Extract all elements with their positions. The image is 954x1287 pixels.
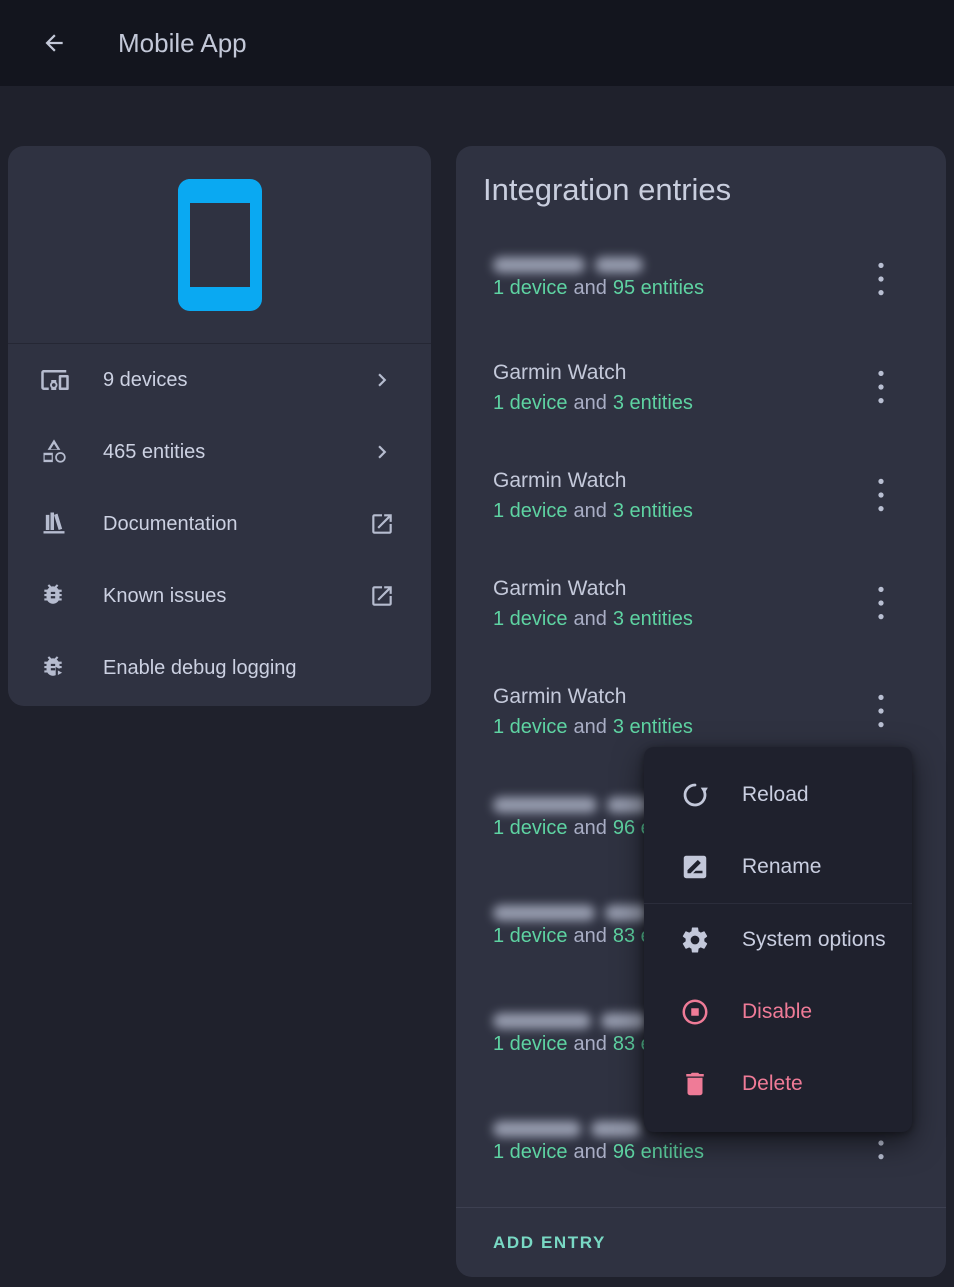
redacted-text-blob [493, 1121, 581, 1137]
devices-row[interactable]: 9 devices [8, 344, 431, 416]
integration-info-card: 9 devices 465 entities Documentation [8, 146, 431, 706]
cellphone-icon [148, 173, 292, 317]
debug-logging-row[interactable]: Enable debug logging [8, 632, 431, 704]
entities-row[interactable]: 465 entities [8, 416, 431, 488]
entry-devices-link[interactable]: 1 device [493, 608, 568, 630]
menu-item-delete[interactable]: Delete [644, 1048, 912, 1120]
gear-icon [680, 925, 710, 955]
kebab-menu-icon [860, 582, 902, 624]
entry-entities-link[interactable]: 3 entities [613, 500, 693, 522]
entry-entities-link[interactable]: 96 entities [613, 1141, 704, 1163]
redacted-text-blob [591, 1121, 641, 1137]
entry-and-text: and [574, 392, 607, 414]
open-in-new-icon [369, 583, 395, 609]
entry-and-text: and [574, 925, 607, 947]
entries-card-footer: ADD ENTRY [456, 1208, 946, 1278]
entry-entities-link[interactable]: 3 entities [613, 716, 693, 738]
app-header: Mobile App [0, 0, 954, 86]
open-in-new-icon [369, 511, 395, 537]
known-issues-row-label: Known issues [103, 585, 226, 608]
arrow-left-icon [41, 30, 67, 56]
entry-and-text: and [574, 608, 607, 630]
menu-item-system-options[interactable]: System options [644, 904, 912, 976]
entry-entities-link[interactable]: 95 entities [613, 277, 704, 299]
entry-entities-link[interactable]: 3 entities [613, 392, 693, 414]
entry-entities-link[interactable]: 3 entities [613, 608, 693, 630]
entry-menu-button[interactable] [857, 471, 905, 519]
menu-item-reload[interactable]: Reload [644, 759, 912, 831]
entities-row-label: 465 entities [103, 441, 205, 464]
integration-entry[interactable]: Garmin Watch 1 deviceand3 entities [456, 334, 946, 442]
redacted-text-blob [595, 257, 643, 273]
entry-and-text: and [574, 716, 607, 738]
back-button[interactable] [34, 23, 74, 63]
debug-logging-row-label: Enable debug logging [103, 657, 297, 680]
entry-context-menu: Reload Rename System options Disable [644, 747, 912, 1132]
rename-box-icon [680, 852, 710, 882]
entry-devices-link[interactable]: 1 device [493, 277, 568, 299]
menu-item-label: Rename [742, 855, 821, 879]
redacted-text-blob [493, 905, 595, 921]
known-issues-row[interactable]: Known issues [8, 560, 431, 632]
stop-circle-icon [680, 997, 710, 1027]
kebab-menu-icon [860, 366, 902, 408]
documentation-row-label: Documentation [103, 513, 238, 536]
devices-icon [40, 365, 70, 395]
menu-item-disable[interactable]: Disable [644, 976, 912, 1048]
page-title: Mobile App [118, 28, 247, 59]
redacted-text-blob [493, 797, 597, 813]
bug-icon [40, 581, 70, 611]
entry-and-text: and [574, 277, 607, 299]
integration-entry[interactable]: 1 device and 95 entities [456, 226, 946, 334]
shapes-icon [40, 437, 70, 467]
bug-play-icon [40, 653, 70, 683]
entry-devices-link[interactable]: 1 device [493, 1033, 568, 1055]
reload-icon [680, 780, 710, 810]
integration-entry[interactable]: Garmin Watch 1 deviceand3 entities [456, 442, 946, 550]
entry-and-text: and [574, 1033, 607, 1055]
menu-item-rename[interactable]: Rename [644, 831, 912, 903]
entries-card-title: Integration entries [483, 170, 946, 210]
menu-item-label: Disable [742, 1000, 812, 1024]
entry-menu-button[interactable] [857, 255, 905, 303]
kebab-menu-icon [860, 258, 902, 300]
entry-menu-button[interactable] [857, 687, 905, 735]
redacted-text-blob [601, 1013, 649, 1029]
entry-devices-link[interactable]: 1 device [493, 716, 568, 738]
redacted-text-blob [493, 257, 585, 273]
integration-logo [8, 146, 431, 343]
chevron-right-icon [369, 367, 395, 393]
integration-entry[interactable]: Garmin Watch 1 deviceand3 entities [456, 550, 946, 658]
entry-devices-link[interactable]: 1 device [493, 1141, 568, 1163]
menu-item-label: Reload [742, 783, 809, 807]
entry-and-text: and [574, 1141, 607, 1163]
entry-menu-button[interactable] [857, 363, 905, 411]
add-entry-button[interactable]: ADD ENTRY [493, 1233, 606, 1253]
chevron-right-icon [369, 439, 395, 465]
library-icon [40, 509, 70, 539]
entry-devices-link[interactable]: 1 device [493, 392, 568, 414]
entry-devices-link[interactable]: 1 device [493, 500, 568, 522]
entry-and-text: and [574, 817, 607, 839]
entry-and-text: and [574, 500, 607, 522]
trash-icon [680, 1069, 710, 1099]
menu-item-label: Delete [742, 1072, 803, 1096]
menu-item-label: System options [742, 928, 886, 952]
kebab-menu-icon [860, 474, 902, 516]
kebab-menu-icon [860, 690, 902, 732]
entry-menu-button[interactable] [857, 579, 905, 627]
entry-devices-link[interactable]: 1 device [493, 817, 568, 839]
entry-devices-link[interactable]: 1 device [493, 925, 568, 947]
devices-row-label: 9 devices [103, 369, 188, 392]
documentation-row[interactable]: Documentation [8, 488, 431, 560]
redacted-text-blob [493, 1013, 591, 1029]
main-content: 9 devices 465 entities Documentation [0, 86, 954, 1287]
